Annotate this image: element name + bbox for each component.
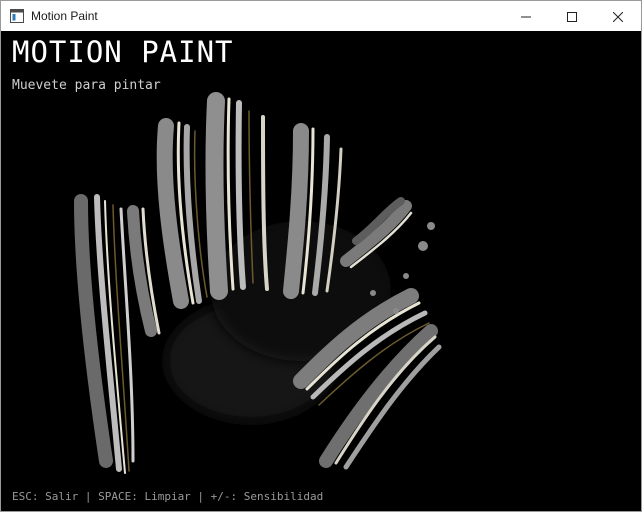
minimize-icon bbox=[521, 7, 531, 26]
minimize-button[interactable] bbox=[503, 1, 549, 31]
app-window-icon bbox=[9, 8, 25, 24]
finger-trail-1 bbox=[74, 194, 135, 474]
keyboard-hint: ESC: Salir | SPACE: Limpiar | +/-: Sensi… bbox=[12, 490, 324, 503]
close-button[interactable] bbox=[595, 1, 641, 31]
maximize-button[interactable] bbox=[549, 1, 595, 31]
window-title: Motion Paint bbox=[31, 9, 98, 23]
maximize-icon bbox=[567, 7, 577, 26]
motion-trail-drawing bbox=[74, 92, 442, 474]
canvas-title: MOTION PAINT bbox=[12, 35, 234, 69]
finger-trail-2 bbox=[127, 205, 161, 337]
finger-trail-3 bbox=[156, 118, 208, 309]
title-bar[interactable]: Motion Paint bbox=[1, 1, 641, 31]
canvas-subtitle: Muevete para pintar bbox=[12, 78, 161, 93]
close-icon bbox=[612, 7, 624, 26]
app-window: Motion Paint MOTION PAINT Muevete para p… bbox=[0, 0, 642, 512]
window-controls bbox=[503, 1, 641, 31]
paint-canvas[interactable]: MOTION PAINT Muevete para pintar ESC: Sa… bbox=[1, 31, 641, 511]
